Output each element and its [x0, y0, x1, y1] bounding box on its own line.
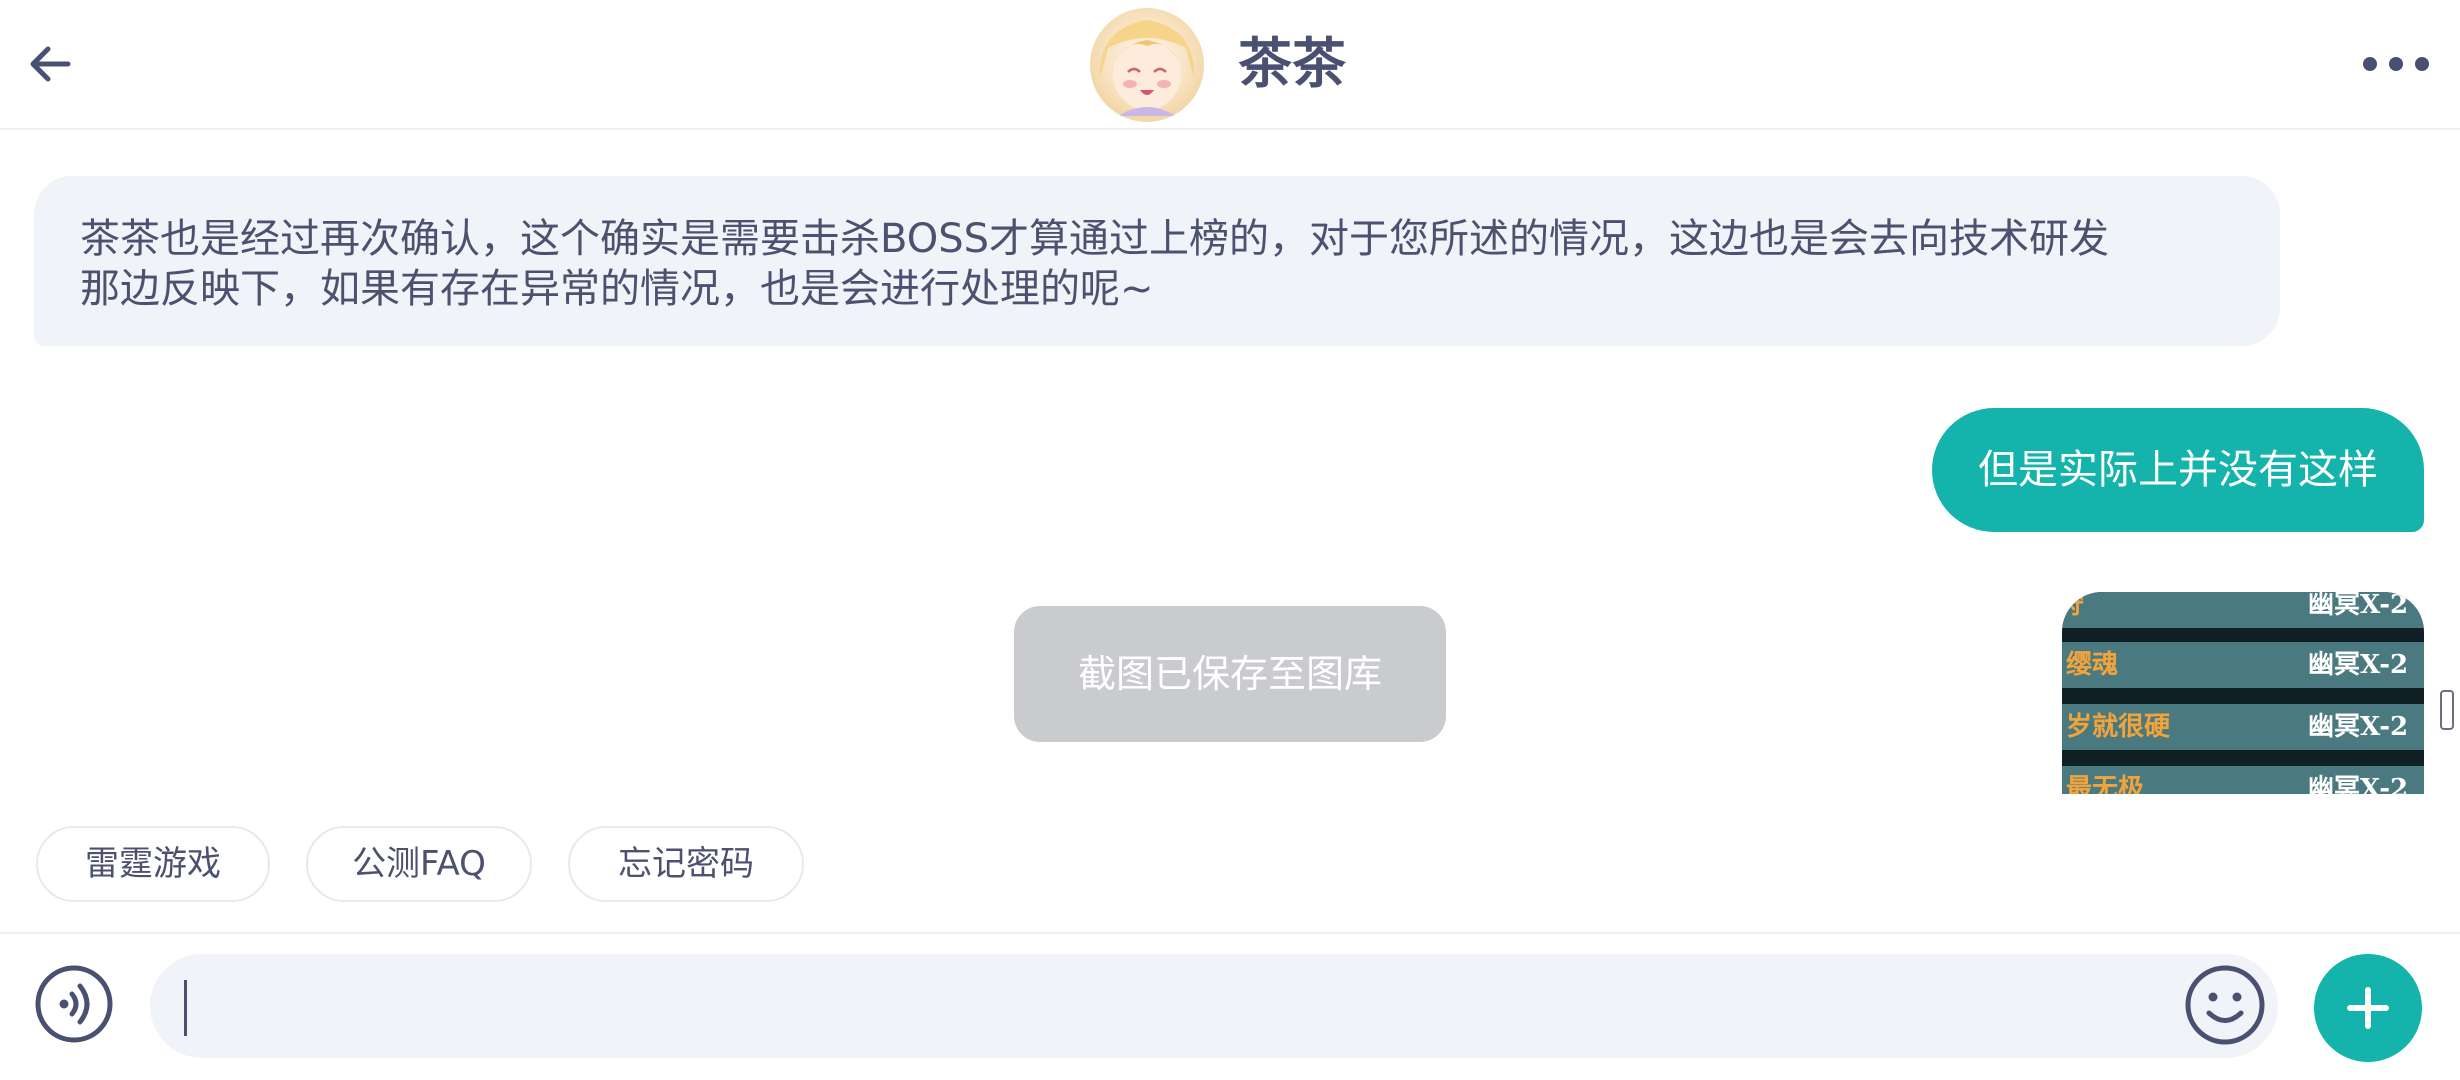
text-caret [184, 980, 187, 1036]
ranking-row: 最无极 幽冥X-2 [2062, 766, 2424, 794]
stage-label: 幽冥X-2 [2308, 774, 2409, 794]
outgoing-image-message[interactable]: 狩 幽冥X-2 缨魂 幽冥X-2 岁就很硬 幽冥X-2 最无极 幽冥X-2 [2062, 592, 2424, 794]
player-name: 最无极 [2066, 774, 2145, 794]
voice-icon[interactable] [34, 964, 114, 1044]
message-line: 那边反映下，如果有存在异常的情况，也是会进行处理的呢~ [80, 266, 1154, 312]
arrow-left-icon[interactable] [22, 36, 78, 92]
incoming-message-bubble: 茶茶也是经过再次确认，这个确实是需要击杀BOSS才算通过上榜的，对于您所述的情况… [34, 176, 2280, 346]
stage-label: 幽冥X-2 [2308, 592, 2409, 620]
outgoing-message-bubble: 但是实际上并没有这样 [1932, 408, 2424, 532]
chat-header: 茶茶 [0, 0, 2460, 130]
message-line: 茶茶也是经过再次确认，这个确实是需要击杀BOSS才算通过上榜的，对于您所述的情况… [80, 216, 2110, 262]
quick-reply-button[interactable]: 公测FAQ [306, 826, 532, 902]
more-horizontal-icon[interactable] [2360, 44, 2432, 84]
player-name: 岁就很硬 [2066, 712, 2171, 742]
avatar[interactable] [1090, 8, 1204, 122]
toast-notification: 截图已保存至图库 [1014, 606, 1446, 742]
stage-label: 幽冥X-2 [2308, 712, 2409, 742]
chat-title: 茶茶 [1238, 32, 1346, 95]
scrollbar-thumb[interactable] [2440, 690, 2454, 730]
quick-reply-button[interactable]: 忘记密码 [568, 826, 804, 902]
input-bar [0, 932, 2460, 1080]
emoji-icon[interactable] [2184, 964, 2266, 1046]
message-input[interactable] [150, 954, 2278, 1058]
player-name: 狩 [2062, 592, 2085, 620]
plus-icon[interactable] [2314, 954, 2422, 1062]
quick-reply-button[interactable]: 雷霆游戏 [36, 826, 270, 902]
ranking-row: 缨魂 幽冥X-2 [2062, 642, 2424, 688]
ranking-row: 狩 幽冥X-2 [2062, 592, 2424, 628]
ranking-row: 岁就很硬 幽冥X-2 [2062, 704, 2424, 750]
player-name: 缨魂 [2066, 650, 2119, 680]
stage-label: 幽冥X-2 [2308, 650, 2409, 680]
